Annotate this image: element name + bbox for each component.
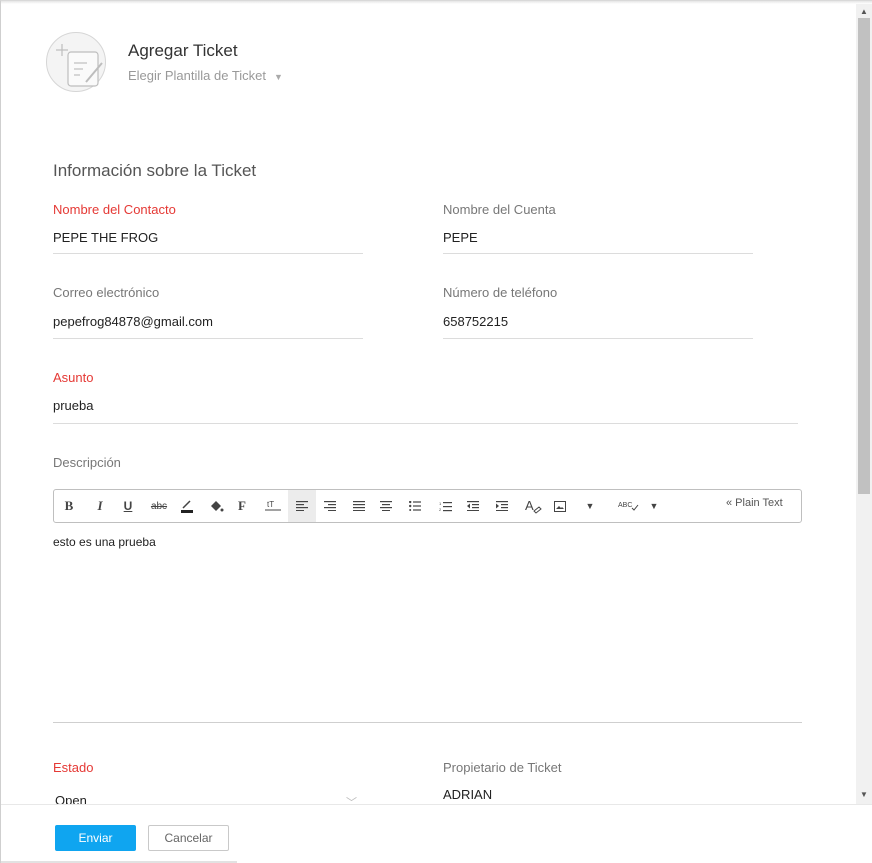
font-color-icon[interactable] bbox=[173, 490, 201, 522]
phone-underline bbox=[443, 338, 753, 339]
submit-button[interactable]: Enviar bbox=[55, 825, 136, 851]
outdent-icon[interactable] bbox=[459, 490, 487, 522]
phone-label: Número de teléfono bbox=[443, 285, 558, 300]
svg-text:1: 1 bbox=[439, 501, 442, 506]
fill-color-icon[interactable] bbox=[202, 490, 230, 522]
align-left-icon[interactable] bbox=[288, 490, 316, 522]
image-icon[interactable] bbox=[546, 490, 574, 522]
section-title: Información sobre la Ticket bbox=[53, 161, 257, 180]
underline-icon[interactable]: U bbox=[114, 490, 142, 522]
font-family-icon[interactable]: F bbox=[228, 490, 256, 522]
svg-text:A: A bbox=[525, 498, 534, 513]
align-center-icon[interactable] bbox=[372, 490, 400, 522]
scroll-up-arrow-icon[interactable]: ▲ bbox=[856, 6, 872, 18]
subject-field[interactable]: prueba bbox=[53, 398, 798, 413]
page-title: Agregar Ticket bbox=[128, 41, 238, 60]
email-label: Correo electrónico bbox=[53, 285, 160, 300]
email-field[interactable]: pepefrog84878@gmail.com bbox=[53, 314, 363, 329]
account-name-underline bbox=[443, 253, 753, 254]
template-selector-label: Elegir Plantilla de Ticket bbox=[128, 68, 267, 83]
owner-field[interactable]: ADRIAN bbox=[443, 787, 753, 802]
spellcheck-dropdown-icon[interactable]: ▼ bbox=[640, 490, 668, 522]
account-name-field[interactable]: PEPE bbox=[443, 230, 753, 245]
description-editor[interactable]: esto es una prueba bbox=[53, 535, 156, 549]
strikethrough-icon[interactable]: abc bbox=[145, 490, 173, 522]
description-label: Descripción bbox=[53, 455, 121, 470]
contact-name-label: Nombre del Contacto bbox=[53, 202, 176, 217]
vertical-scrollbar[interactable]: ▲ ▼ bbox=[856, 4, 872, 804]
form-footer: Enviar Cancelar bbox=[1, 804, 872, 863]
justify-icon[interactable] bbox=[345, 490, 373, 522]
bold-icon[interactable]: B bbox=[55, 490, 83, 522]
svg-text:tT: tT bbox=[267, 500, 274, 509]
subject-underline bbox=[53, 423, 798, 424]
account-name-label: Nombre del Cuenta bbox=[443, 202, 556, 217]
cancel-button[interactable]: Cancelar bbox=[148, 825, 229, 851]
editor-toolbar: B I U abc F tT 12 A ▼ ABC ▼ « Plain Text bbox=[53, 489, 802, 523]
status-label: Estado bbox=[53, 760, 94, 775]
svg-text:ABC: ABC bbox=[618, 502, 632, 509]
plain-text-button[interactable]: « Plain Text bbox=[726, 497, 783, 509]
align-right-icon[interactable] bbox=[316, 490, 344, 522]
add-ticket-icon bbox=[56, 44, 103, 87]
owner-label: Propietario de Ticket bbox=[443, 760, 562, 775]
editor-bottom-border bbox=[53, 722, 802, 723]
more-dropdown-icon[interactable]: ▼ bbox=[576, 490, 604, 522]
ticket-avatar bbox=[46, 32, 106, 92]
phone-field[interactable]: 658752215 bbox=[443, 314, 753, 329]
template-selector[interactable]: Elegir Plantilla de Ticket ▼ bbox=[128, 68, 283, 83]
contact-name-underline bbox=[53, 253, 363, 254]
subject-label: Asunto bbox=[53, 370, 94, 385]
scrollbar-thumb[interactable] bbox=[858, 18, 870, 494]
italic-icon[interactable]: I bbox=[86, 490, 114, 522]
top-shadow bbox=[1, 1, 872, 4]
chevron-down-icon: ▼ bbox=[274, 71, 283, 82]
scroll-down-arrow-icon[interactable]: ▼ bbox=[856, 789, 872, 801]
email-underline bbox=[53, 338, 363, 339]
bullet-list-icon[interactable] bbox=[401, 490, 429, 522]
indent-icon[interactable] bbox=[488, 490, 516, 522]
numbered-list-icon[interactable]: 12 bbox=[431, 490, 459, 522]
contact-name-field[interactable]: PEPE THE FROG bbox=[53, 230, 363, 245]
clear-format-icon[interactable]: A bbox=[519, 490, 547, 522]
ticket-form-window: Agregar Ticket Elegir Plantilla de Ticke… bbox=[0, 0, 872, 863]
font-size-icon[interactable]: tT bbox=[259, 490, 287, 522]
svg-text:2: 2 bbox=[439, 507, 442, 512]
